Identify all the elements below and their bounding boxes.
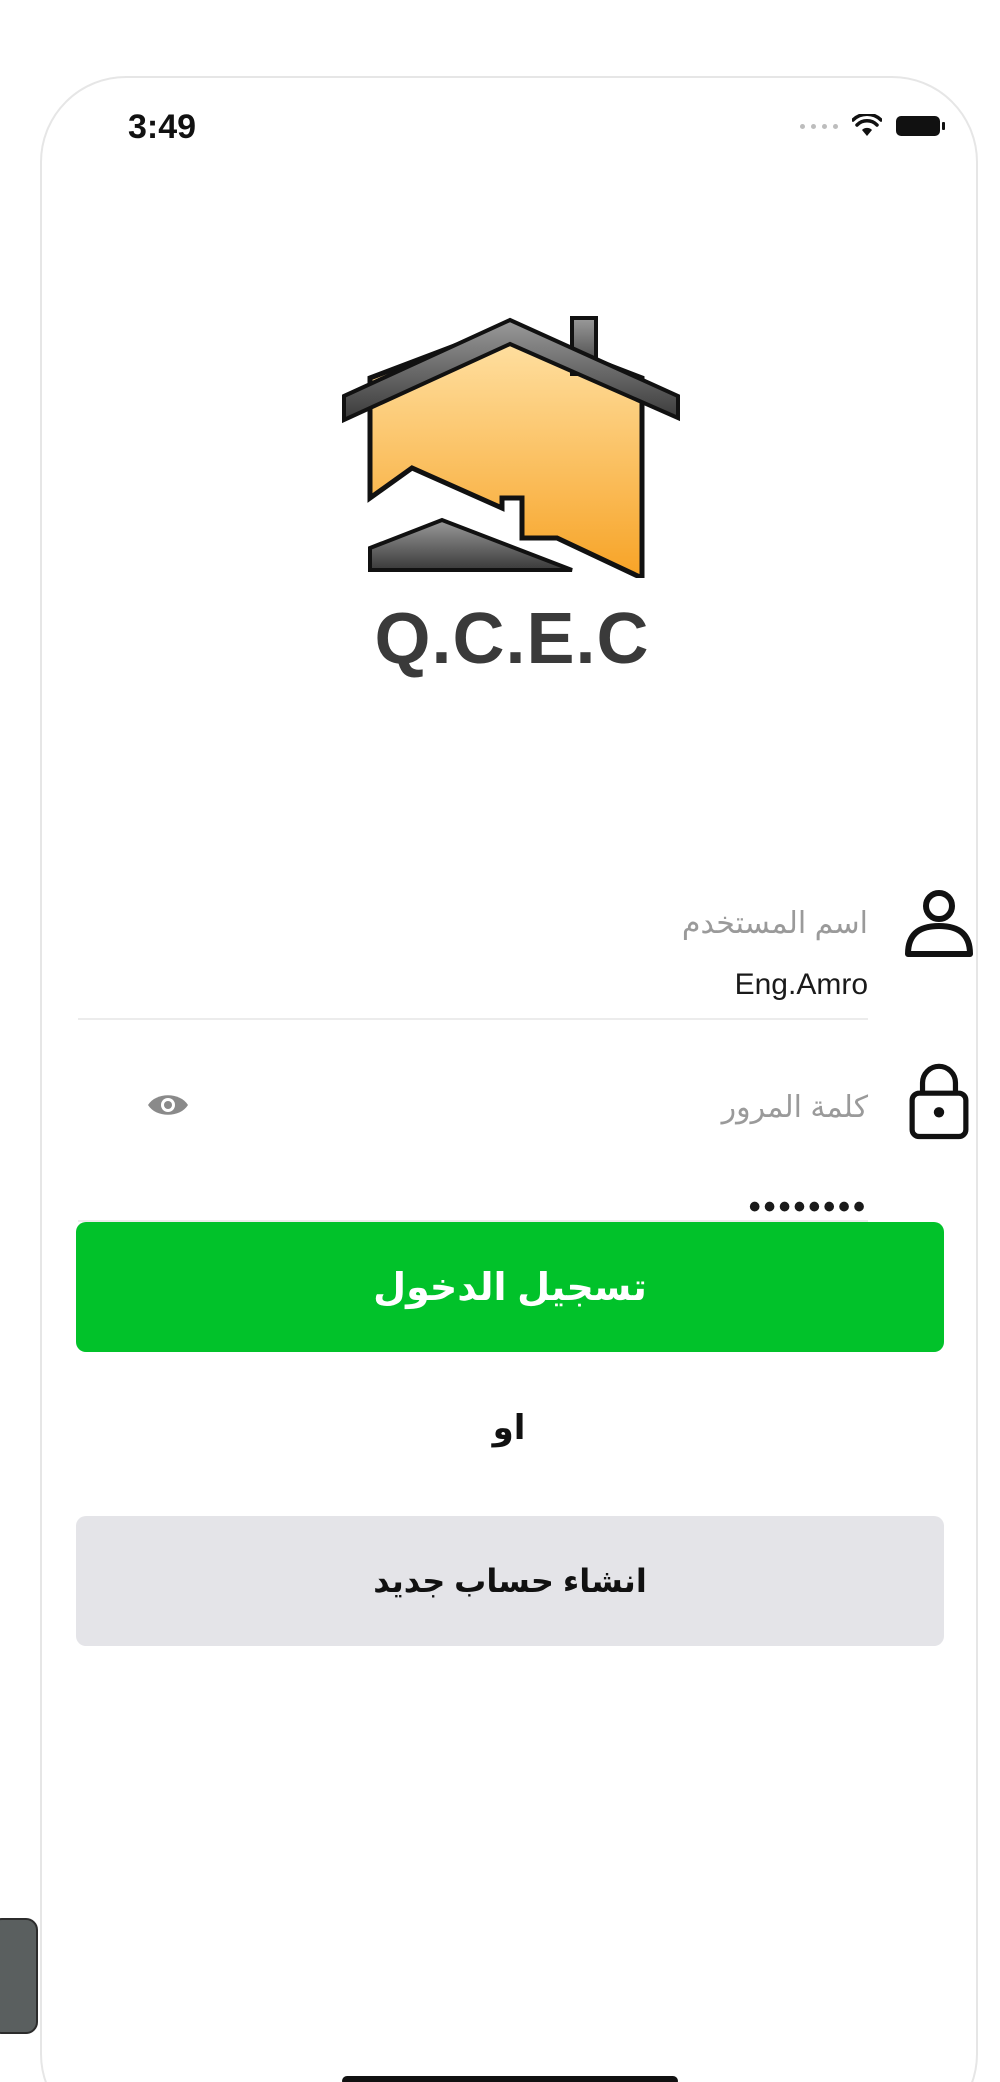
phone-frame: 3:49 Q.C.E.C اسم المستخدم Eng.Amro كلمة … (40, 76, 978, 2082)
password-label: كلمة المرور (721, 1091, 868, 1124)
password-field[interactable]: كلمة المرور •••••••• (78, 1020, 868, 1226)
qcec-logo-house-icon (342, 316, 680, 578)
status-icons (800, 106, 945, 146)
username-input[interactable]: Eng.Amro (735, 968, 868, 1002)
username-field[interactable]: اسم المستخدم Eng.Amro (78, 808, 868, 1020)
logo-text: Q.C.E.C (374, 599, 650, 679)
screen: 3:49 Q.C.E.C اسم المستخدم Eng.Amro كلمة … (0, 0, 1000, 2082)
login-button[interactable]: تسجيل الدخول (76, 1222, 944, 1352)
user-icon (905, 890, 973, 957)
wifi-icon (852, 114, 882, 136)
home-indicator[interactable] (342, 2076, 678, 2082)
lock-icon (909, 1063, 969, 1140)
battery-icon (896, 116, 945, 136)
eye-icon[interactable] (146, 1090, 190, 1120)
signal-icon (800, 123, 838, 129)
username-label: اسم المستخدم (681, 907, 868, 940)
register-button[interactable]: انشاء حساب جديد (76, 1516, 944, 1646)
or-separator: او (492, 1409, 526, 1447)
side-handle[interactable] (0, 1918, 38, 2034)
status-time: 3:49 (128, 108, 197, 146)
